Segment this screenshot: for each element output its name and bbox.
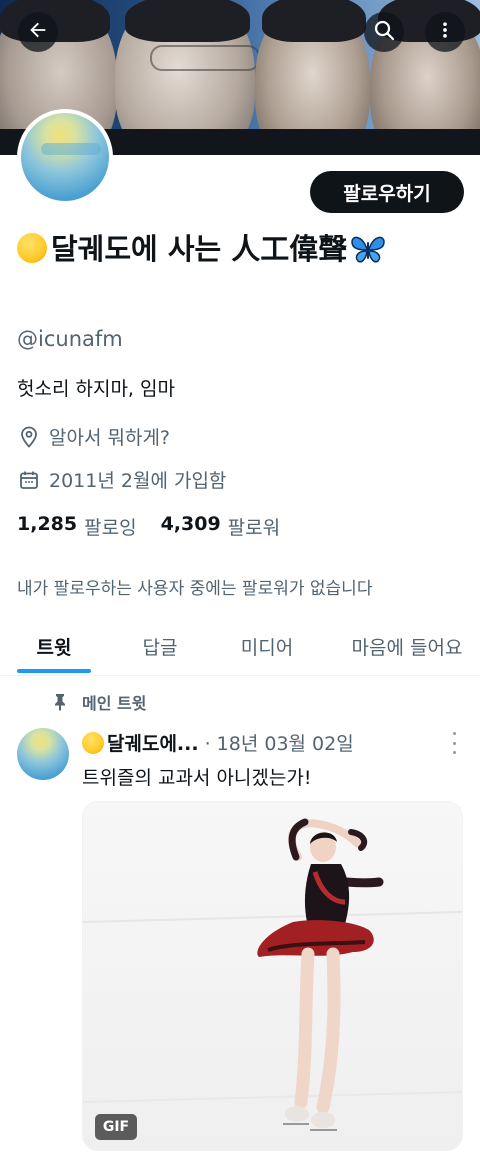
tab-likes[interactable]: 마음에 들어요 <box>334 616 480 676</box>
location-row: 알아서 뭐하게? <box>17 423 170 450</box>
location-pin-icon <box>17 425 41 449</box>
follow-counts: 1,285 팔로잉 4,309 팔로워 <box>17 513 304 540</box>
arrow-left-icon <box>27 19 49 45</box>
tab-tweets[interactable]: 트윗 <box>17 616 91 676</box>
following-count[interactable]: 1,285 <box>17 513 77 540</box>
figure-skater-image <box>83 818 462 1131</box>
search-button[interactable] <box>364 12 404 52</box>
back-button[interactable] <box>18 12 58 52</box>
follow-button[interactable]: 팔로우하기 <box>310 171 464 213</box>
tweet-author-name[interactable]: 달궤도에... <box>107 729 199 756</box>
butterfly-emoji-icon <box>350 232 386 278</box>
tweet-avatar[interactable] <box>17 728 69 780</box>
location-text: 알아서 뭐하게? <box>49 427 171 449</box>
profile-avatar[interactable] <box>17 109 113 205</box>
joined-text: 2011년 2월에 가입함 <box>49 470 227 492</box>
yellow-circle-emoji-icon <box>17 233 47 263</box>
avatar-texture <box>41 143 101 155</box>
tweet-header: 달궤도에... · 18년 03월 02일 <box>82 729 452 756</box>
followers-label[interactable]: 팔로워 <box>228 513 280 540</box>
display-name-text: 달궤도에 사는 人工偉聲 <box>51 232 348 266</box>
banner-glasses <box>150 45 260 71</box>
tweet-date[interactable]: · 18년 03월 02일 <box>205 729 354 756</box>
tweet-text: 트위즐의 교과서 아니겠는가! <box>82 767 312 789</box>
profile-bio: 헛소리 하지마, 임마 <box>17 378 175 400</box>
pin-icon <box>50 692 70 712</box>
banner-hair <box>262 0 366 42</box>
followed-by-note: 내가 팔로우하는 사용자 중에는 팔로워가 없습니다 <box>17 579 373 599</box>
profile-tabs: 트윗 답글 미디어 마음에 들어요 <box>0 616 480 676</box>
tab-media[interactable]: 미디어 <box>220 616 314 676</box>
pinned-label: 메인 트윗 <box>82 694 147 713</box>
more-button[interactable] <box>425 12 465 52</box>
tweet-more-icon[interactable] <box>446 732 462 754</box>
more-vertical-icon <box>435 20 455 44</box>
gif-badge: GIF <box>95 1114 137 1140</box>
user-handle: @icunafm <box>17 327 123 351</box>
display-name: 달궤도에 사는 人工偉聲 <box>17 226 457 278</box>
joined-row: 2011년 2월에 가입함 <box>17 466 226 493</box>
tab-replies[interactable]: 답글 <box>120 616 200 676</box>
followers-count[interactable]: 4,309 <box>161 513 221 540</box>
active-tab-indicator <box>17 669 91 673</box>
banner-hair <box>125 0 250 42</box>
tweet-media-gif[interactable]: GIF <box>82 801 463 1151</box>
search-icon <box>372 18 396 46</box>
yellow-circle-emoji-icon <box>82 731 104 754</box>
calendar-icon <box>17 468 41 492</box>
following-label[interactable]: 팔로잉 <box>84 513 136 540</box>
pinned-indicator: 메인 트윗 <box>50 690 146 714</box>
